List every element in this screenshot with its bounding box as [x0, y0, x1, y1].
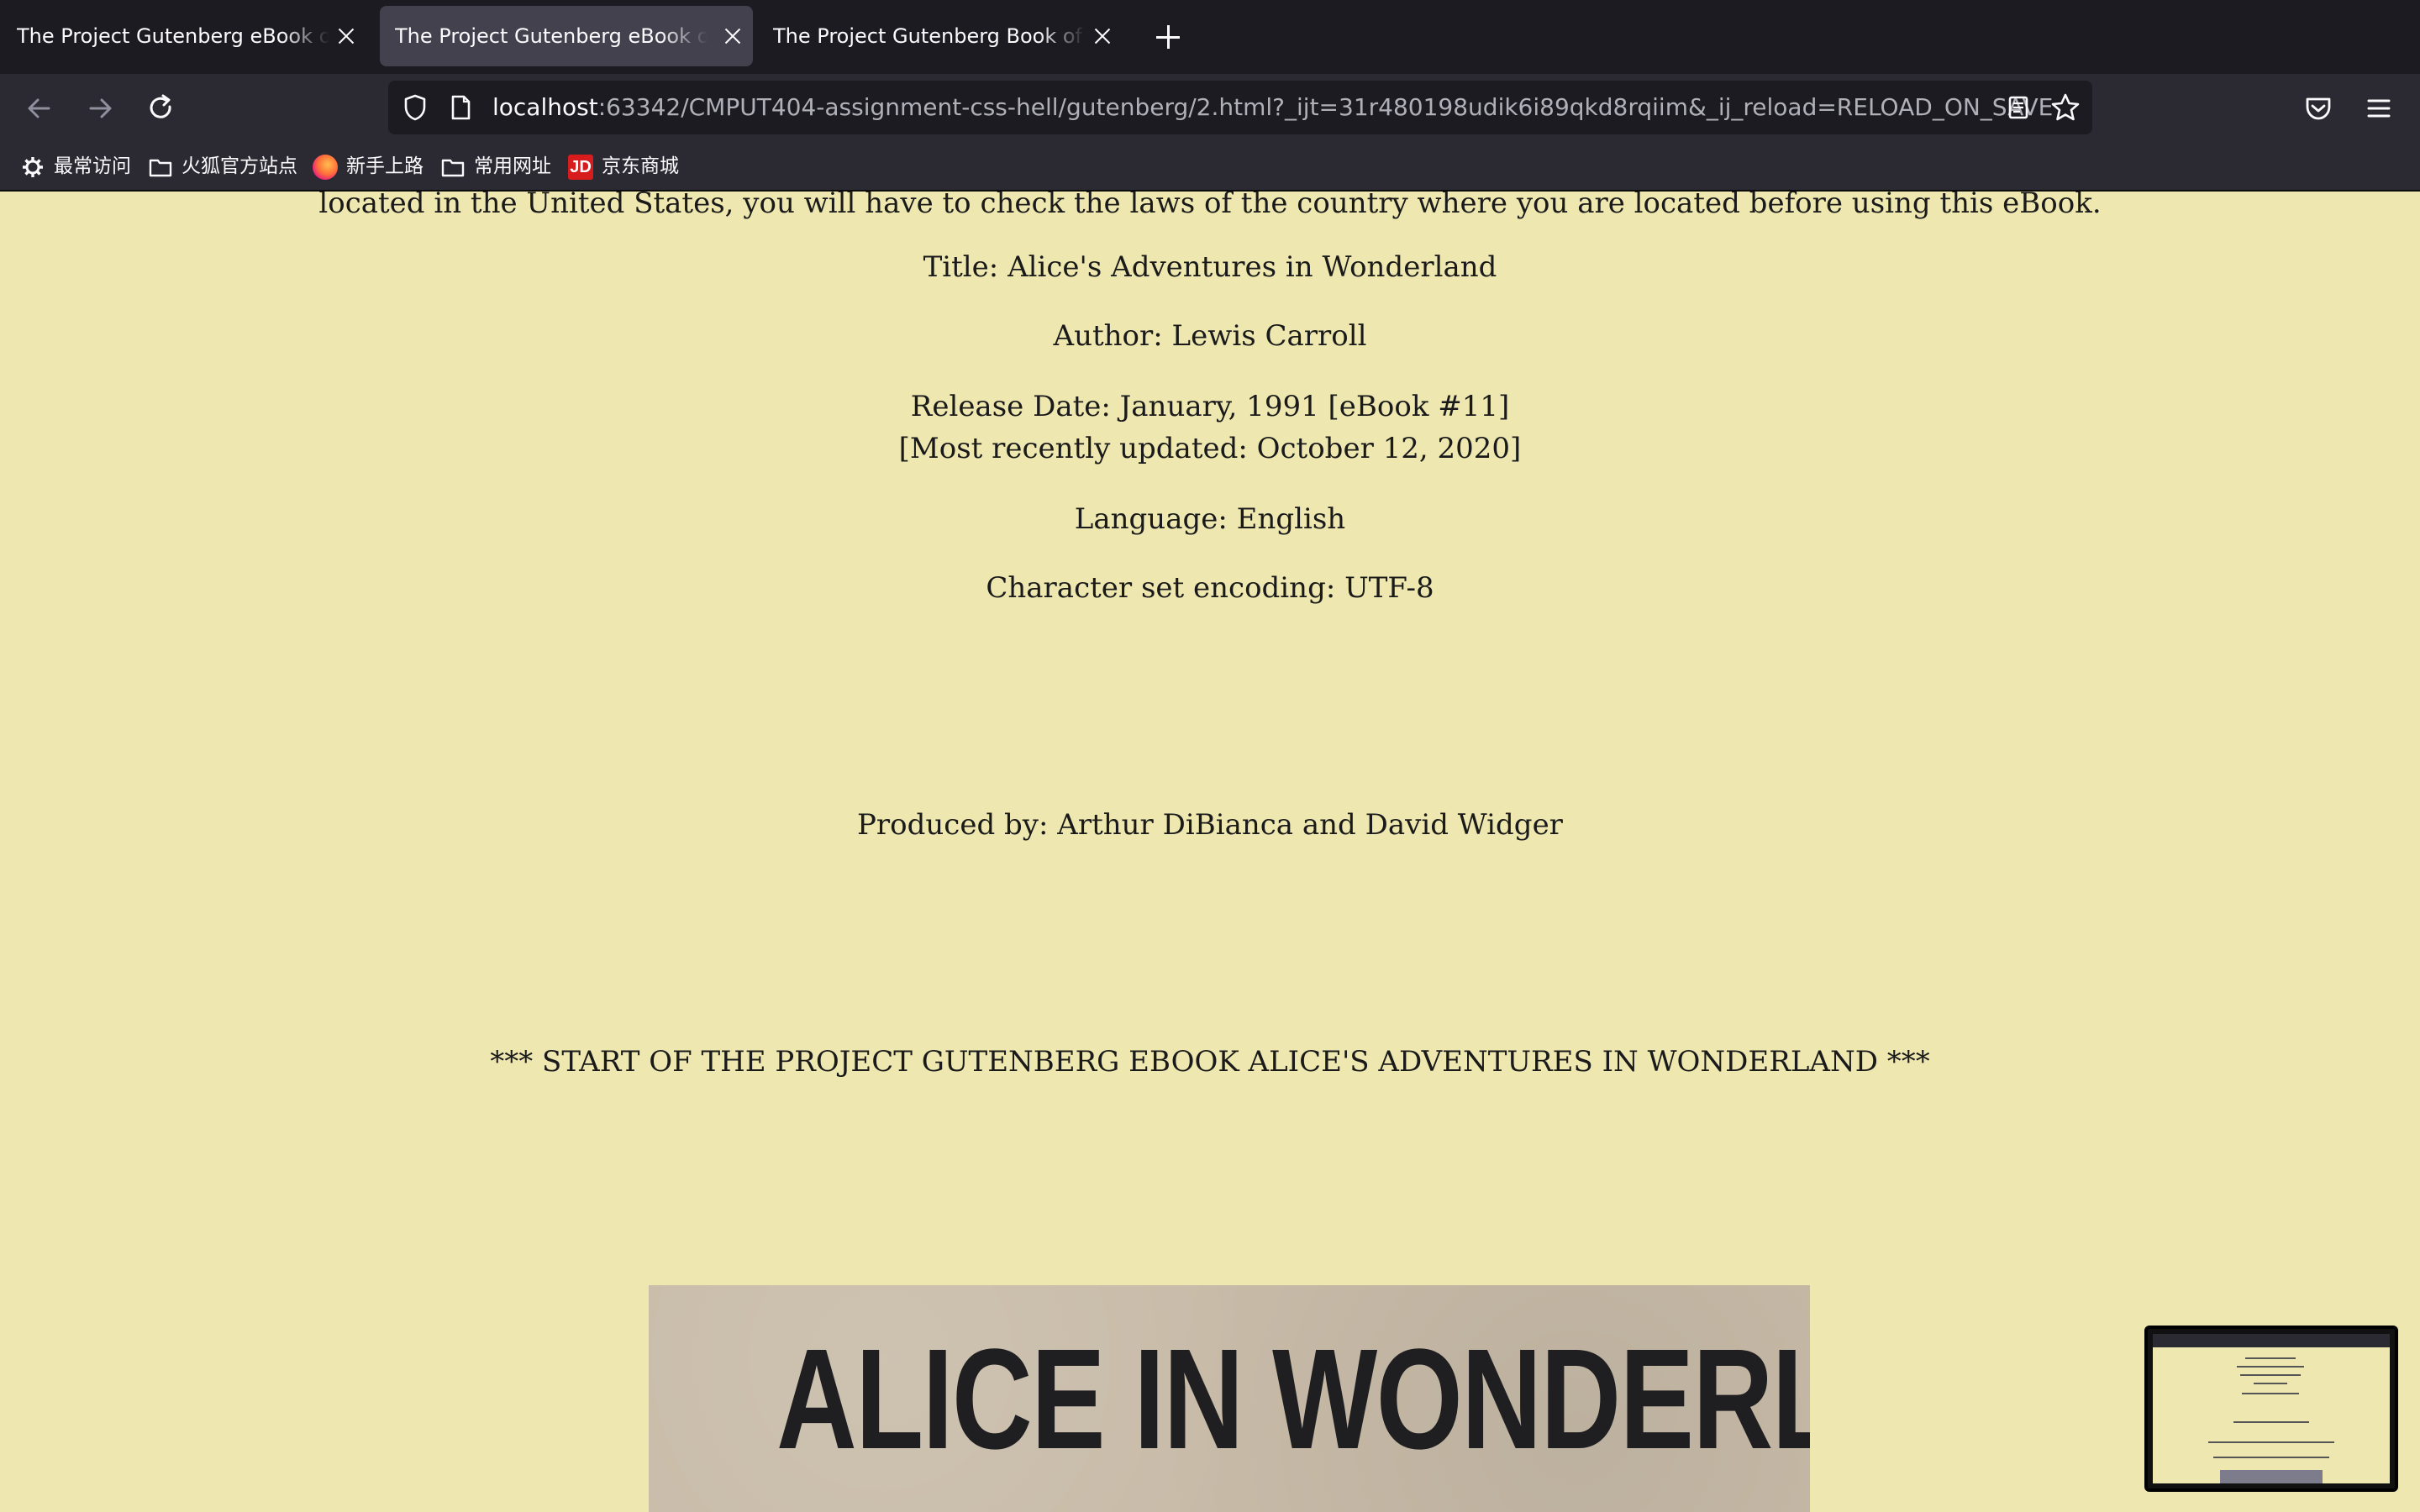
- bookmark-firefox-official[interactable]: 火狐官方站点: [148, 150, 299, 183]
- bookmark-label: 京东商城: [602, 155, 679, 177]
- firefox-icon: [313, 155, 338, 180]
- tab-the-jungle[interactable]: The Project Gutenberg Book of The Jungle: [758, 6, 1123, 66]
- new-tab-button[interactable]: [1151, 20, 1185, 54]
- menu-button[interactable]: [2360, 89, 2398, 128]
- jd-icon: JD: [568, 155, 593, 180]
- produced-by-line: Produced by: Arthur DiBianca and David W…: [857, 808, 1563, 842]
- thumbnail-toolbar: [2153, 1334, 2390, 1347]
- forward-arrow-icon: [89, 98, 112, 118]
- tab-title: The Project Gutenberg Book of The Jungle: [773, 24, 1086, 48]
- reload-button[interactable]: [141, 89, 180, 128]
- hamburger-menu-icon: [2367, 99, 2391, 118]
- thumbnail-text-line: [2208, 1441, 2334, 1443]
- url-path: :63342/CMPUT404-assignment-css-hell/gute…: [597, 93, 2054, 121]
- url-bar[interactable]: localhost:63342/CMPUT404-assignment-css-…: [388, 81, 2092, 134]
- url-host: localhost: [492, 93, 598, 121]
- thumbnail-text-line: [2245, 1357, 2296, 1359]
- tab-alice-in-wonderland[interactable]: The Project Gutenberg eBook of Alice's A…: [380, 6, 753, 66]
- folder-icon: [440, 155, 466, 180]
- thumbnail-text-line: [2213, 1457, 2329, 1458]
- bookmark-star-icon[interactable]: [2049, 91, 2082, 124]
- bookmarks-toolbar: 最常访问 火狐官方站点 新手上路 常用网址 JD 京东商城: [0, 143, 2420, 192]
- thumbnail-text-line: [2240, 1374, 2301, 1376]
- url-text[interactable]: localhost:63342/CMPUT404-assignment-css-…: [492, 81, 2053, 134]
- page-info-icon[interactable]: [444, 91, 477, 124]
- close-icon[interactable]: [721, 24, 744, 48]
- bookmark-most-visited[interactable]: 最常访问: [20, 150, 138, 183]
- author-line: Author: Lewis Carroll: [1053, 319, 1367, 353]
- bookmark-label: 最常访问: [54, 155, 131, 177]
- page-content: located in the United States, you will h…: [0, 192, 2420, 1512]
- reader-view-icon[interactable]: [2002, 91, 2035, 124]
- intro-paragraph-tail: located in the United States, you will h…: [318, 192, 2102, 220]
- forward-button[interactable]: [81, 89, 119, 128]
- language-line: Language: English: [1074, 502, 1346, 536]
- encoding-line: Character set encoding: UTF-8: [986, 571, 1434, 605]
- folder-icon: [148, 155, 173, 180]
- title-line: Title: Alice's Adventures in Wonderland: [923, 250, 1497, 284]
- navigation-bar: localhost:63342/CMPUT404-assignment-css-…: [0, 74, 2420, 143]
- thumbnail-image: [2220, 1470, 2323, 1483]
- book-cover-image: ALICE IN WONDERLAND: [649, 1285, 1810, 1512]
- back-button[interactable]: [20, 89, 59, 128]
- bookmark-jd-mall[interactable]: JD 京东商城: [568, 150, 686, 183]
- pocket-icon: [2306, 97, 2331, 120]
- shield-icon[interactable]: [398, 91, 432, 124]
- pocket-button[interactable]: [2299, 89, 2338, 128]
- screenshot-thumbnail[interactable]: [2144, 1326, 2398, 1492]
- release-date-line: Release Date: January, 1991 [eBook #11]: [910, 390, 1510, 423]
- bookmark-getting-started[interactable]: 新手上路: [313, 150, 430, 183]
- tab-strip: The Project Gutenberg eBook of Pride and…: [0, 0, 2420, 74]
- thumbnail-preview: [2153, 1334, 2390, 1483]
- thumbnail-text-line: [2237, 1366, 2304, 1368]
- updated-line: [Most recently updated: October 12, 2020…: [898, 432, 1522, 465]
- bookmark-label: 新手上路: [346, 155, 424, 177]
- bookmark-label: 常用网址: [474, 155, 551, 177]
- tab-pride-and-prejudice[interactable]: The Project Gutenberg eBook of Pride and…: [2, 6, 366, 66]
- back-arrow-icon: [28, 98, 50, 118]
- reload-icon: [150, 94, 171, 118]
- start-marker: *** START OF THE PROJECT GUTENBERG EBOOK…: [490, 1045, 1930, 1079]
- bookmark-common-sites[interactable]: 常用网址: [440, 150, 558, 183]
- bookmark-label: 火狐官方站点: [182, 155, 297, 177]
- thumbnail-text-line: [2233, 1421, 2309, 1423]
- gear-icon: [20, 155, 45, 180]
- tab-title: The Project Gutenberg eBook of Alice's A…: [395, 24, 708, 48]
- thumbnail-text-line: [2254, 1383, 2287, 1384]
- thumbnail-text-line: [2242, 1393, 2299, 1394]
- book-cover-title: ALICE IN WONDERLAND: [776, 1320, 1810, 1479]
- close-icon[interactable]: [334, 24, 358, 48]
- tab-title: The Project Gutenberg eBook of Pride and…: [17, 24, 329, 48]
- close-icon[interactable]: [1091, 24, 1114, 48]
